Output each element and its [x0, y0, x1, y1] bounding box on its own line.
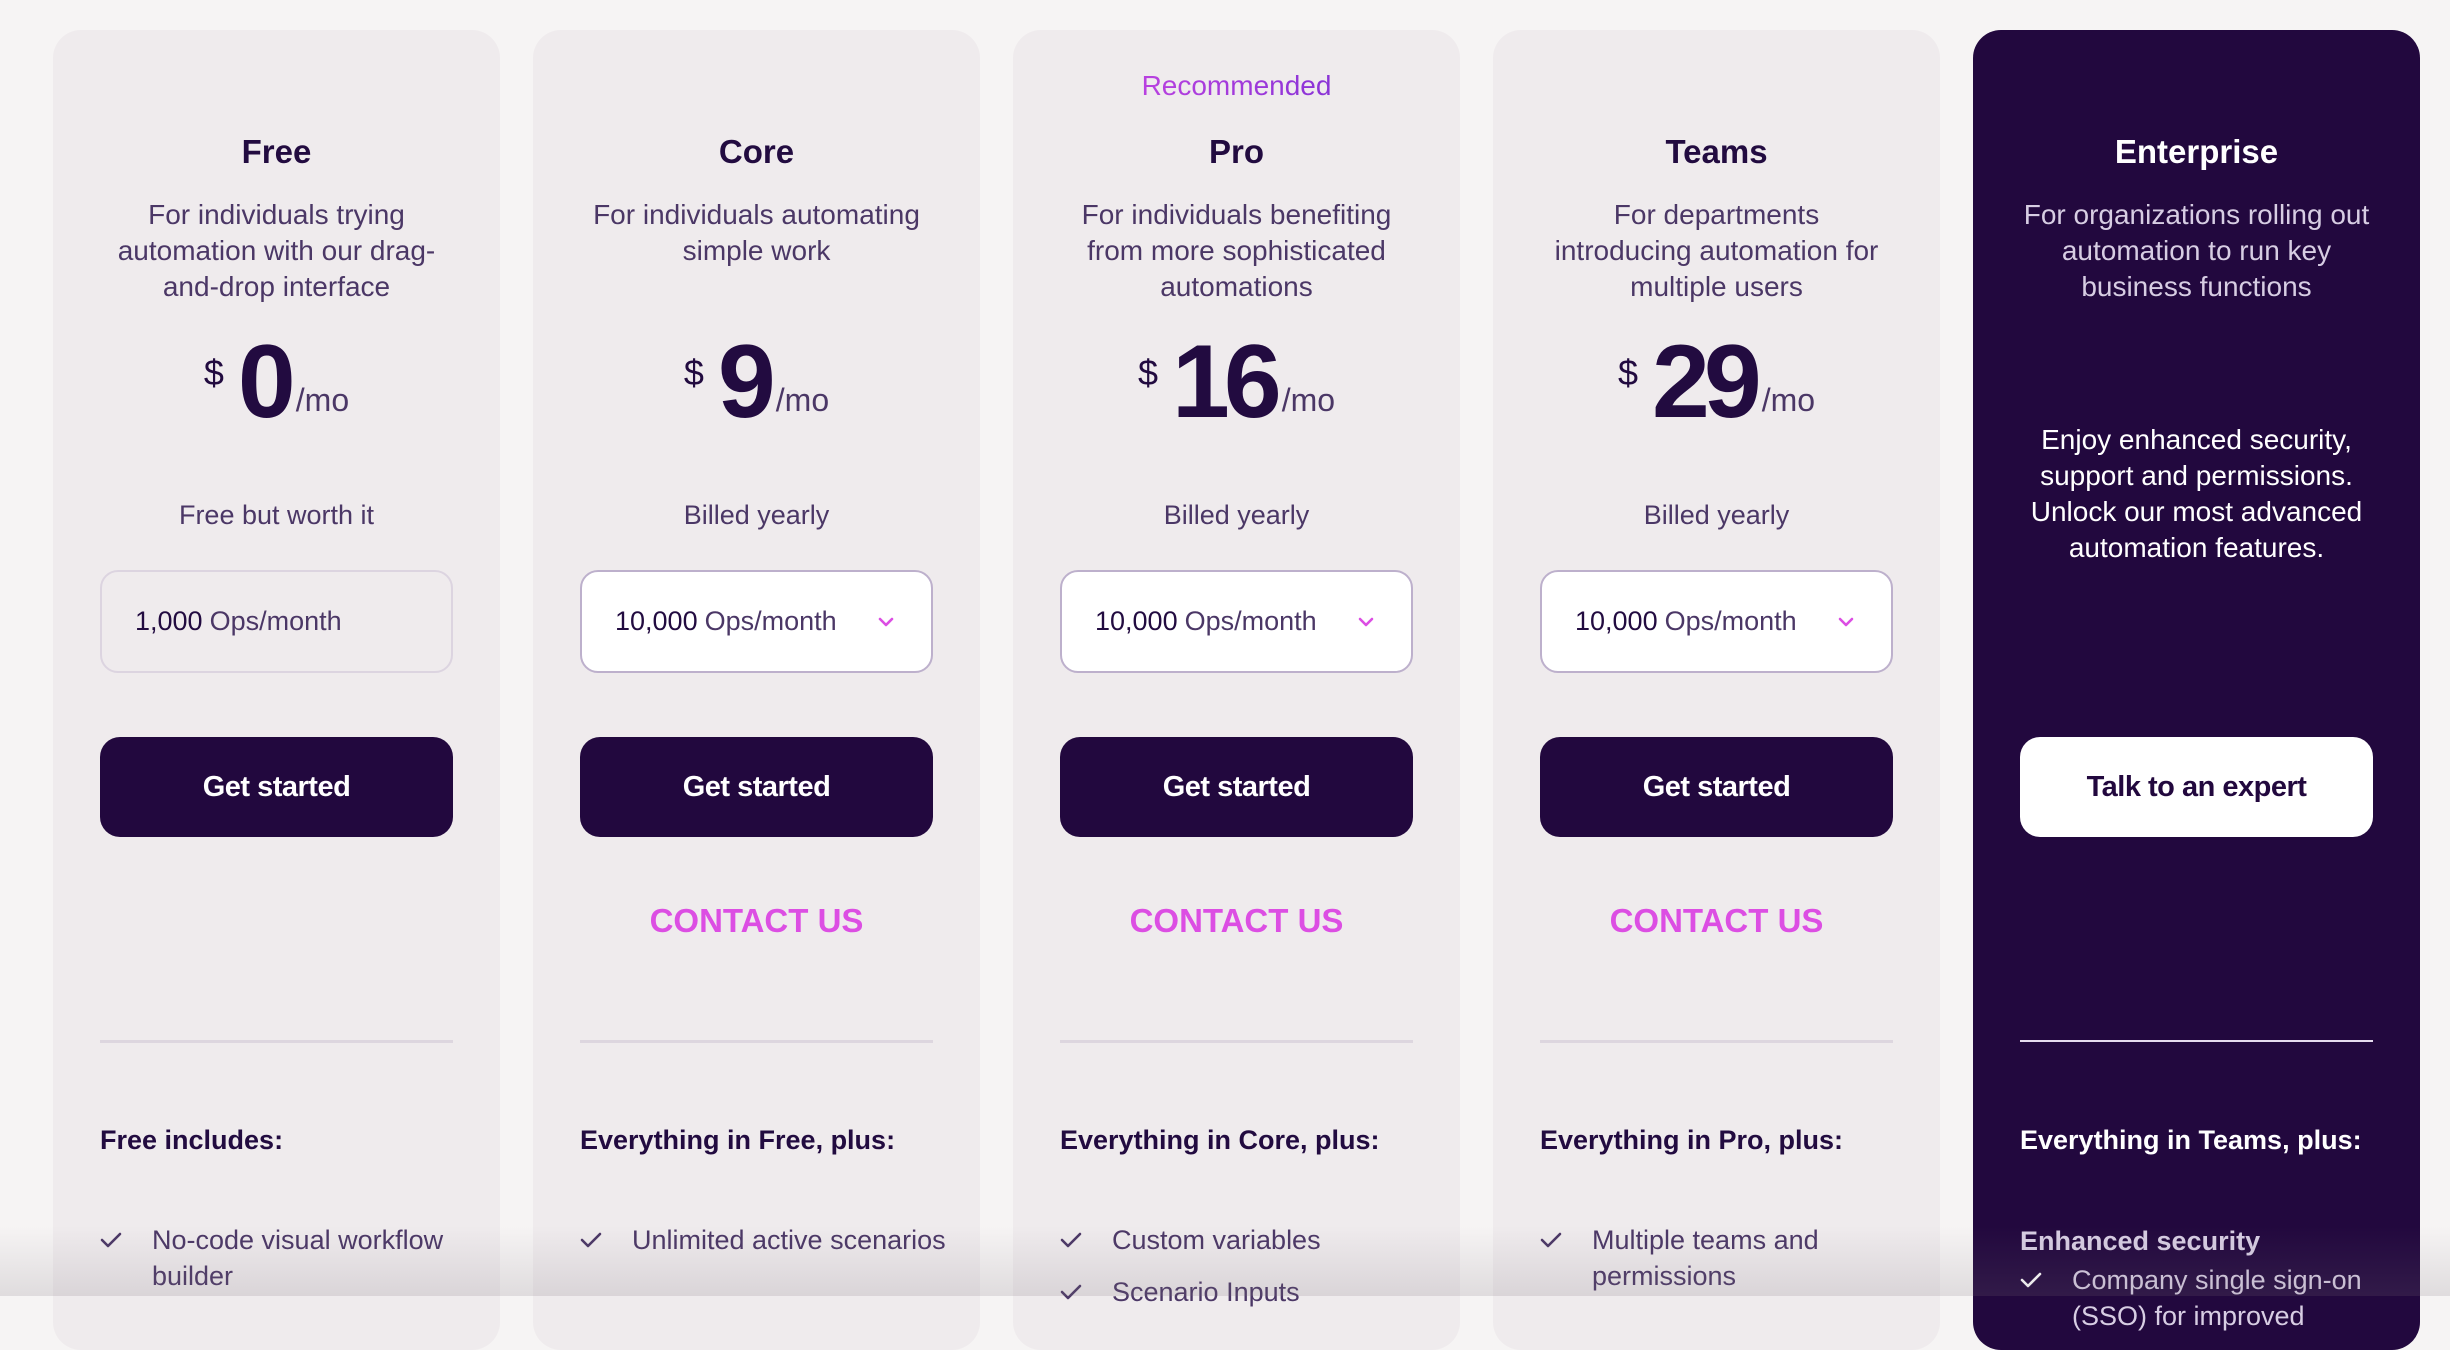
feature-text: Multiple teams and permissions — [1592, 1225, 1819, 1291]
price-period: /mo — [1281, 382, 1336, 418]
feature-text: Company single sign-on (SSO) for improve… — [2072, 1265, 2362, 1331]
contact-us-link[interactable]: CONTACT US — [1013, 902, 1460, 940]
features-heading: Everything in Free, plus: — [580, 1125, 896, 1155]
plan-description: For departments introducing automation f… — [1554, 199, 1879, 302]
features-heading: Everything in Core, plus: — [1060, 1125, 1380, 1155]
feature-text: Custom variables — [1112, 1225, 1321, 1255]
features-subheading: Enhanced security — [2020, 1226, 2261, 1256]
features-heading: Everything in Pro, plus: — [1540, 1125, 1844, 1155]
ops-display: 1,000 Ops/month — [100, 570, 453, 673]
contact-us-link[interactable]: CONTACT US — [533, 902, 980, 940]
plan-description: For organizations rolling out automation… — [2023, 199, 2370, 302]
feature-item: No-code visual workflow builder — [100, 1222, 470, 1294]
get-started-button[interactable]: Get started — [580, 737, 933, 837]
price-amount: 9 — [717, 324, 776, 440]
feature-list: Custom variables Scenario Inputs — [1060, 1222, 1430, 1326]
divider — [1540, 1040, 1893, 1043]
check-icon — [2020, 1262, 2072, 1298]
chevron-down-icon[interactable] — [1354, 610, 1378, 634]
chevron-down-icon[interactable] — [874, 610, 898, 634]
plan-title: Pro — [1208, 133, 1264, 170]
plan-price: $ 9 /mo — [533, 330, 980, 440]
plan-price: $ 16 /mo — [1013, 330, 1460, 440]
check-icon — [1540, 1222, 1592, 1258]
feature-text: Unlimited active scenarios — [632, 1225, 946, 1255]
plan-card-pro: Recommended Pro For individuals benefiti… — [1013, 30, 1460, 1350]
plan-title: Core — [718, 133, 795, 170]
billing-note: Billed yearly — [683, 500, 830, 530]
check-icon — [1060, 1222, 1112, 1258]
feature-item: Custom variables — [1060, 1222, 1430, 1258]
ops-dropdown[interactable]: 10,000 Ops/month — [1060, 570, 1413, 673]
enterprise-pitch: Enjoy enhanced security, support and per… — [2030, 424, 2363, 563]
billing-note: Billed yearly — [1163, 500, 1310, 530]
plan-card-enterprise: Enterprise For organizations rolling out… — [1973, 30, 2420, 1350]
feature-item: Company single sign-on (SSO) for improve… — [2020, 1262, 2390, 1334]
plan-description: For individuals automating simple work — [593, 199, 920, 266]
plan-description: For individuals trying automation with o… — [117, 199, 436, 302]
price-period: /mo — [775, 382, 830, 418]
ops-dropdown[interactable]: 10,000 Ops/month — [1540, 570, 1893, 673]
feature-text: Scenario Inputs — [1112, 1277, 1300, 1307]
get-started-button[interactable]: Get started — [1540, 737, 1893, 837]
plan-card-free: Free For individuals trying automation w… — [53, 30, 500, 1350]
divider — [580, 1040, 933, 1043]
plan-description: For individuals benefiting from more sop… — [1081, 199, 1392, 302]
price-amount: 0 — [237, 324, 296, 440]
ops-value: 1,000 — [135, 606, 203, 636]
recommended-badge: Recommended — [1013, 70, 1460, 102]
contact-us-link[interactable]: CONTACT US — [1493, 902, 1940, 940]
currency-symbol: $ — [203, 352, 224, 393]
plan-price: $ 0 /mo — [53, 330, 500, 440]
ops-unit: Ops/month — [209, 606, 342, 636]
plan-title: Teams — [1665, 133, 1768, 170]
price-period: /mo — [295, 382, 350, 418]
currency-symbol: $ — [683, 352, 704, 393]
price-period: /mo — [1761, 382, 1816, 418]
plan-title: Enterprise — [2114, 133, 2279, 170]
feature-list: Unlimited active scenarios — [580, 1222, 950, 1274]
feature-item: Unlimited active scenarios — [580, 1222, 950, 1258]
chevron-down-icon[interactable] — [1834, 610, 1858, 634]
plan-card-core: Core For individuals automating simple w… — [533, 30, 980, 1350]
price-amount: 16 — [1172, 324, 1282, 440]
currency-symbol: $ — [1137, 352, 1158, 393]
ops-dropdown[interactable]: 10,000 Ops/month — [580, 570, 933, 673]
feature-item: Multiple teams and permissions — [1540, 1222, 1910, 1294]
divider — [1060, 1040, 1413, 1043]
currency-symbol: $ — [1617, 352, 1638, 393]
plan-price: $ 29 /mo — [1493, 330, 1940, 440]
billing-note: Free but worth it — [178, 500, 375, 530]
get-started-button[interactable]: Get started — [100, 737, 453, 837]
ops-unit: Ops/month — [704, 606, 837, 636]
divider — [100, 1040, 453, 1043]
plan-title: Free — [241, 133, 312, 170]
talk-to-expert-button[interactable]: Talk to an expert — [2020, 737, 2373, 837]
feature-text: No-code visual workflow builder — [152, 1225, 444, 1291]
billing-note: Billed yearly — [1643, 500, 1790, 530]
ops-value: 10,000 — [1575, 606, 1658, 636]
ops-unit: Ops/month — [1664, 606, 1797, 636]
ops-unit: Ops/month — [1184, 606, 1317, 636]
feature-item: Scenario Inputs — [1060, 1274, 1430, 1310]
features-heading: Everything in Teams, plus: — [2020, 1125, 2362, 1155]
divider — [2020, 1040, 2373, 1042]
feature-list: No-code visual workflow builder — [100, 1222, 470, 1310]
feature-list: Multiple teams and permissions — [1540, 1222, 1910, 1310]
check-icon — [100, 1222, 152, 1258]
check-icon — [1060, 1274, 1112, 1310]
feature-list: Company single sign-on (SSO) for improve… — [2020, 1262, 2390, 1350]
get-started-button[interactable]: Get started — [1060, 737, 1413, 837]
check-icon — [580, 1222, 632, 1258]
ops-value: 10,000 — [1095, 606, 1178, 636]
price-amount: 29 — [1652, 324, 1762, 440]
plan-card-teams: Teams For departments introducing automa… — [1493, 30, 1940, 1350]
features-heading: Free includes: — [100, 1125, 284, 1155]
ops-value: 10,000 — [615, 606, 698, 636]
